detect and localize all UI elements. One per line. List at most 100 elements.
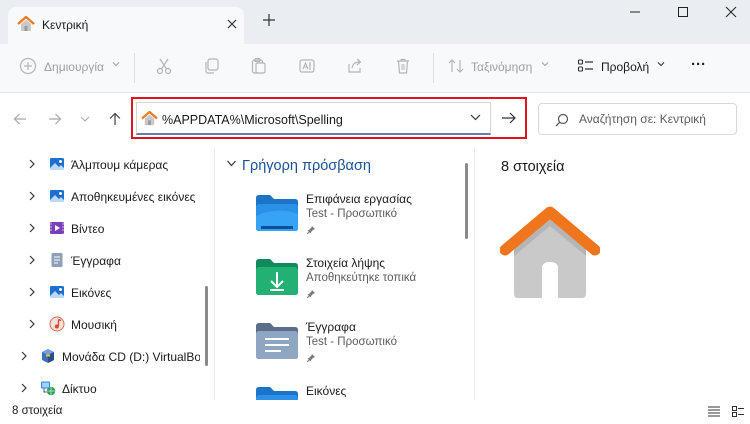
status-bar bbox=[0, 400, 750, 424]
sidebar-item-label: Εικόνες bbox=[71, 286, 112, 300]
expand-chevron-icon[interactable] bbox=[20, 351, 28, 361]
item-name: Έγγραφα bbox=[306, 320, 356, 334]
downloads-folder-icon bbox=[255, 256, 299, 296]
expand-chevron-icon[interactable] bbox=[28, 255, 36, 265]
pictures-folder-icon bbox=[255, 384, 299, 400]
forward-arrow-icon[interactable] bbox=[48, 112, 62, 126]
new-icon[interactable] bbox=[19, 57, 37, 75]
item-name: Στοιχεία λήψης bbox=[306, 256, 386, 270]
expand-chevron-icon[interactable] bbox=[28, 191, 36, 201]
search-placeholder: Αναζήτηση σε: Κεντρική bbox=[579, 112, 706, 126]
home-icon bbox=[141, 111, 158, 126]
videos-icon bbox=[49, 220, 65, 236]
toolbar-divider bbox=[134, 53, 135, 83]
cut-icon[interactable] bbox=[155, 57, 173, 75]
sidebar-item-cd-drive[interactable]: Μονάδα CD (D:) VirtualBo bbox=[0, 342, 212, 370]
sidebar-scrollbar[interactable] bbox=[205, 286, 208, 366]
pane-divider bbox=[214, 148, 215, 400]
sidebar-item-videos[interactable]: Βίντεο bbox=[0, 214, 212, 242]
camera-roll-icon bbox=[49, 156, 65, 172]
new-button[interactable]: Δημιουργία bbox=[44, 60, 104, 74]
expand-chevron-icon[interactable] bbox=[28, 159, 36, 169]
rename-icon[interactable] bbox=[298, 57, 316, 75]
desktop-folder-icon bbox=[255, 192, 299, 232]
pin-icon bbox=[306, 289, 316, 299]
sidebar-item-music[interactable]: Μουσική bbox=[0, 310, 212, 338]
recent-locations-chevron-icon[interactable] bbox=[80, 115, 90, 123]
sort-icon[interactable] bbox=[447, 57, 465, 75]
view-button[interactable]: Προβολή bbox=[601, 60, 649, 74]
chevron-down-icon bbox=[112, 60, 120, 68]
sidebar-item-documents[interactable]: Έγγραφα bbox=[0, 246, 212, 274]
tiles-view-icon[interactable] bbox=[732, 406, 744, 417]
status-item-count: 8 στοιχεία bbox=[12, 405, 63, 417]
cd-drive-icon bbox=[40, 348, 56, 364]
sidebar-item-label: Άλμπουμ κάμερας bbox=[71, 158, 169, 172]
sidebar-item-network[interactable]: Δίκτυο bbox=[0, 374, 212, 402]
expand-chevron-icon[interactable] bbox=[28, 223, 36, 233]
sidebar-item-label: Βίντεο bbox=[71, 222, 105, 236]
item-name: Επιφάνεια εργασίας bbox=[306, 192, 412, 206]
item-location: Test - Προσωπικό bbox=[306, 208, 397, 220]
network-icon bbox=[40, 380, 56, 396]
paste-icon[interactable] bbox=[250, 57, 268, 75]
quick-access-heading[interactable]: Γρήγορη πρόσβαση bbox=[242, 158, 371, 174]
close-window-icon[interactable] bbox=[725, 6, 737, 18]
item-location: Test - Προσωπικό bbox=[306, 336, 397, 348]
go-arrow-icon[interactable] bbox=[501, 111, 517, 125]
tab-title: Κεντρική bbox=[42, 18, 89, 32]
quick-access-item-downloads[interactable]: Στοιχεία λήψης Αποθηκεύτηκε τοπικά bbox=[255, 256, 455, 318]
close-tab-icon[interactable] bbox=[226, 18, 238, 30]
sidebar-item-label: Έγγραφα bbox=[71, 254, 121, 268]
quick-access-item-desktop[interactable]: Επιφάνεια εργασίας Test - Προσωπικό bbox=[255, 192, 455, 254]
saved-pictures-icon bbox=[49, 188, 65, 204]
minimize-icon[interactable] bbox=[629, 6, 641, 18]
sidebar-item-camera-roll[interactable]: Άλμπουμ κάμερας bbox=[0, 150, 212, 178]
command-bar: Δημιουργία Ταξινόμηση Προβολή ··· bbox=[0, 44, 750, 93]
sidebar-item-label: Αποθηκευμένες εικόνες bbox=[71, 190, 196, 204]
maximize-icon[interactable] bbox=[677, 6, 689, 18]
new-tab-icon[interactable] bbox=[262, 13, 276, 27]
share-icon[interactable] bbox=[346, 57, 364, 75]
back-arrow-icon[interactable] bbox=[13, 112, 27, 126]
expand-chevron-icon[interactable] bbox=[20, 383, 28, 393]
search-icon bbox=[555, 113, 569, 127]
pictures-icon bbox=[49, 284, 65, 300]
sidebar-item-label: Μονάδα CD (D:) VirtualBo bbox=[62, 350, 200, 364]
copy-icon[interactable] bbox=[203, 57, 221, 75]
address-history-chevron-icon[interactable] bbox=[470, 113, 481, 122]
details-item-count: 8 στοιχεία bbox=[501, 159, 565, 175]
quick-access-item-pictures[interactable]: Εικόνες bbox=[255, 384, 455, 400]
delete-icon[interactable] bbox=[394, 57, 412, 75]
documents-folder-icon bbox=[255, 320, 299, 360]
quick-access-item-documents[interactable]: Έγγραφα Test - Προσωπικό bbox=[255, 320, 455, 382]
sidebar-item-saved-pictures[interactable]: Αποθηκευμένες εικόνες bbox=[0, 182, 212, 210]
details-view-icon[interactable] bbox=[708, 406, 720, 417]
more-options-button[interactable]: ··· bbox=[691, 56, 706, 73]
navigation-pane: Άλμπουμ κάμερας Αποθηκευμένες εικόνες Βί… bbox=[0, 148, 212, 400]
toolbar-divider bbox=[433, 53, 434, 83]
music-icon bbox=[49, 316, 65, 332]
collapse-chevron-icon[interactable] bbox=[226, 158, 237, 169]
content-scrollbar[interactable] bbox=[465, 163, 468, 239]
search-box[interactable]: Αναζήτηση σε: Κεντρική bbox=[538, 103, 737, 135]
up-arrow-icon[interactable] bbox=[108, 112, 122, 126]
sidebar-item-pictures[interactable]: Εικόνες bbox=[0, 278, 212, 306]
home-icon bbox=[17, 16, 35, 32]
view-icon[interactable] bbox=[577, 57, 595, 75]
expand-chevron-icon[interactable] bbox=[28, 319, 36, 329]
sidebar-item-label: Δίκτυο bbox=[62, 382, 97, 396]
chevron-down-icon bbox=[541, 60, 549, 68]
chevron-down-icon bbox=[657, 60, 665, 68]
tab-home[interactable]: Κεντρική bbox=[8, 7, 244, 44]
item-name: Εικόνες bbox=[306, 384, 347, 398]
pin-icon bbox=[306, 353, 316, 363]
pin-icon bbox=[306, 225, 316, 235]
item-location: Αποθηκεύτηκε τοπικά bbox=[306, 272, 417, 284]
sort-button[interactable]: Ταξινόμηση bbox=[471, 60, 532, 74]
documents-icon bbox=[49, 252, 65, 268]
sidebar-item-label: Μουσική bbox=[71, 318, 117, 332]
expand-chevron-icon[interactable] bbox=[28, 287, 36, 297]
home-large-icon bbox=[500, 206, 600, 298]
address-input[interactable]: %APPDATA%\Microsoft\Spelling bbox=[162, 113, 343, 127]
